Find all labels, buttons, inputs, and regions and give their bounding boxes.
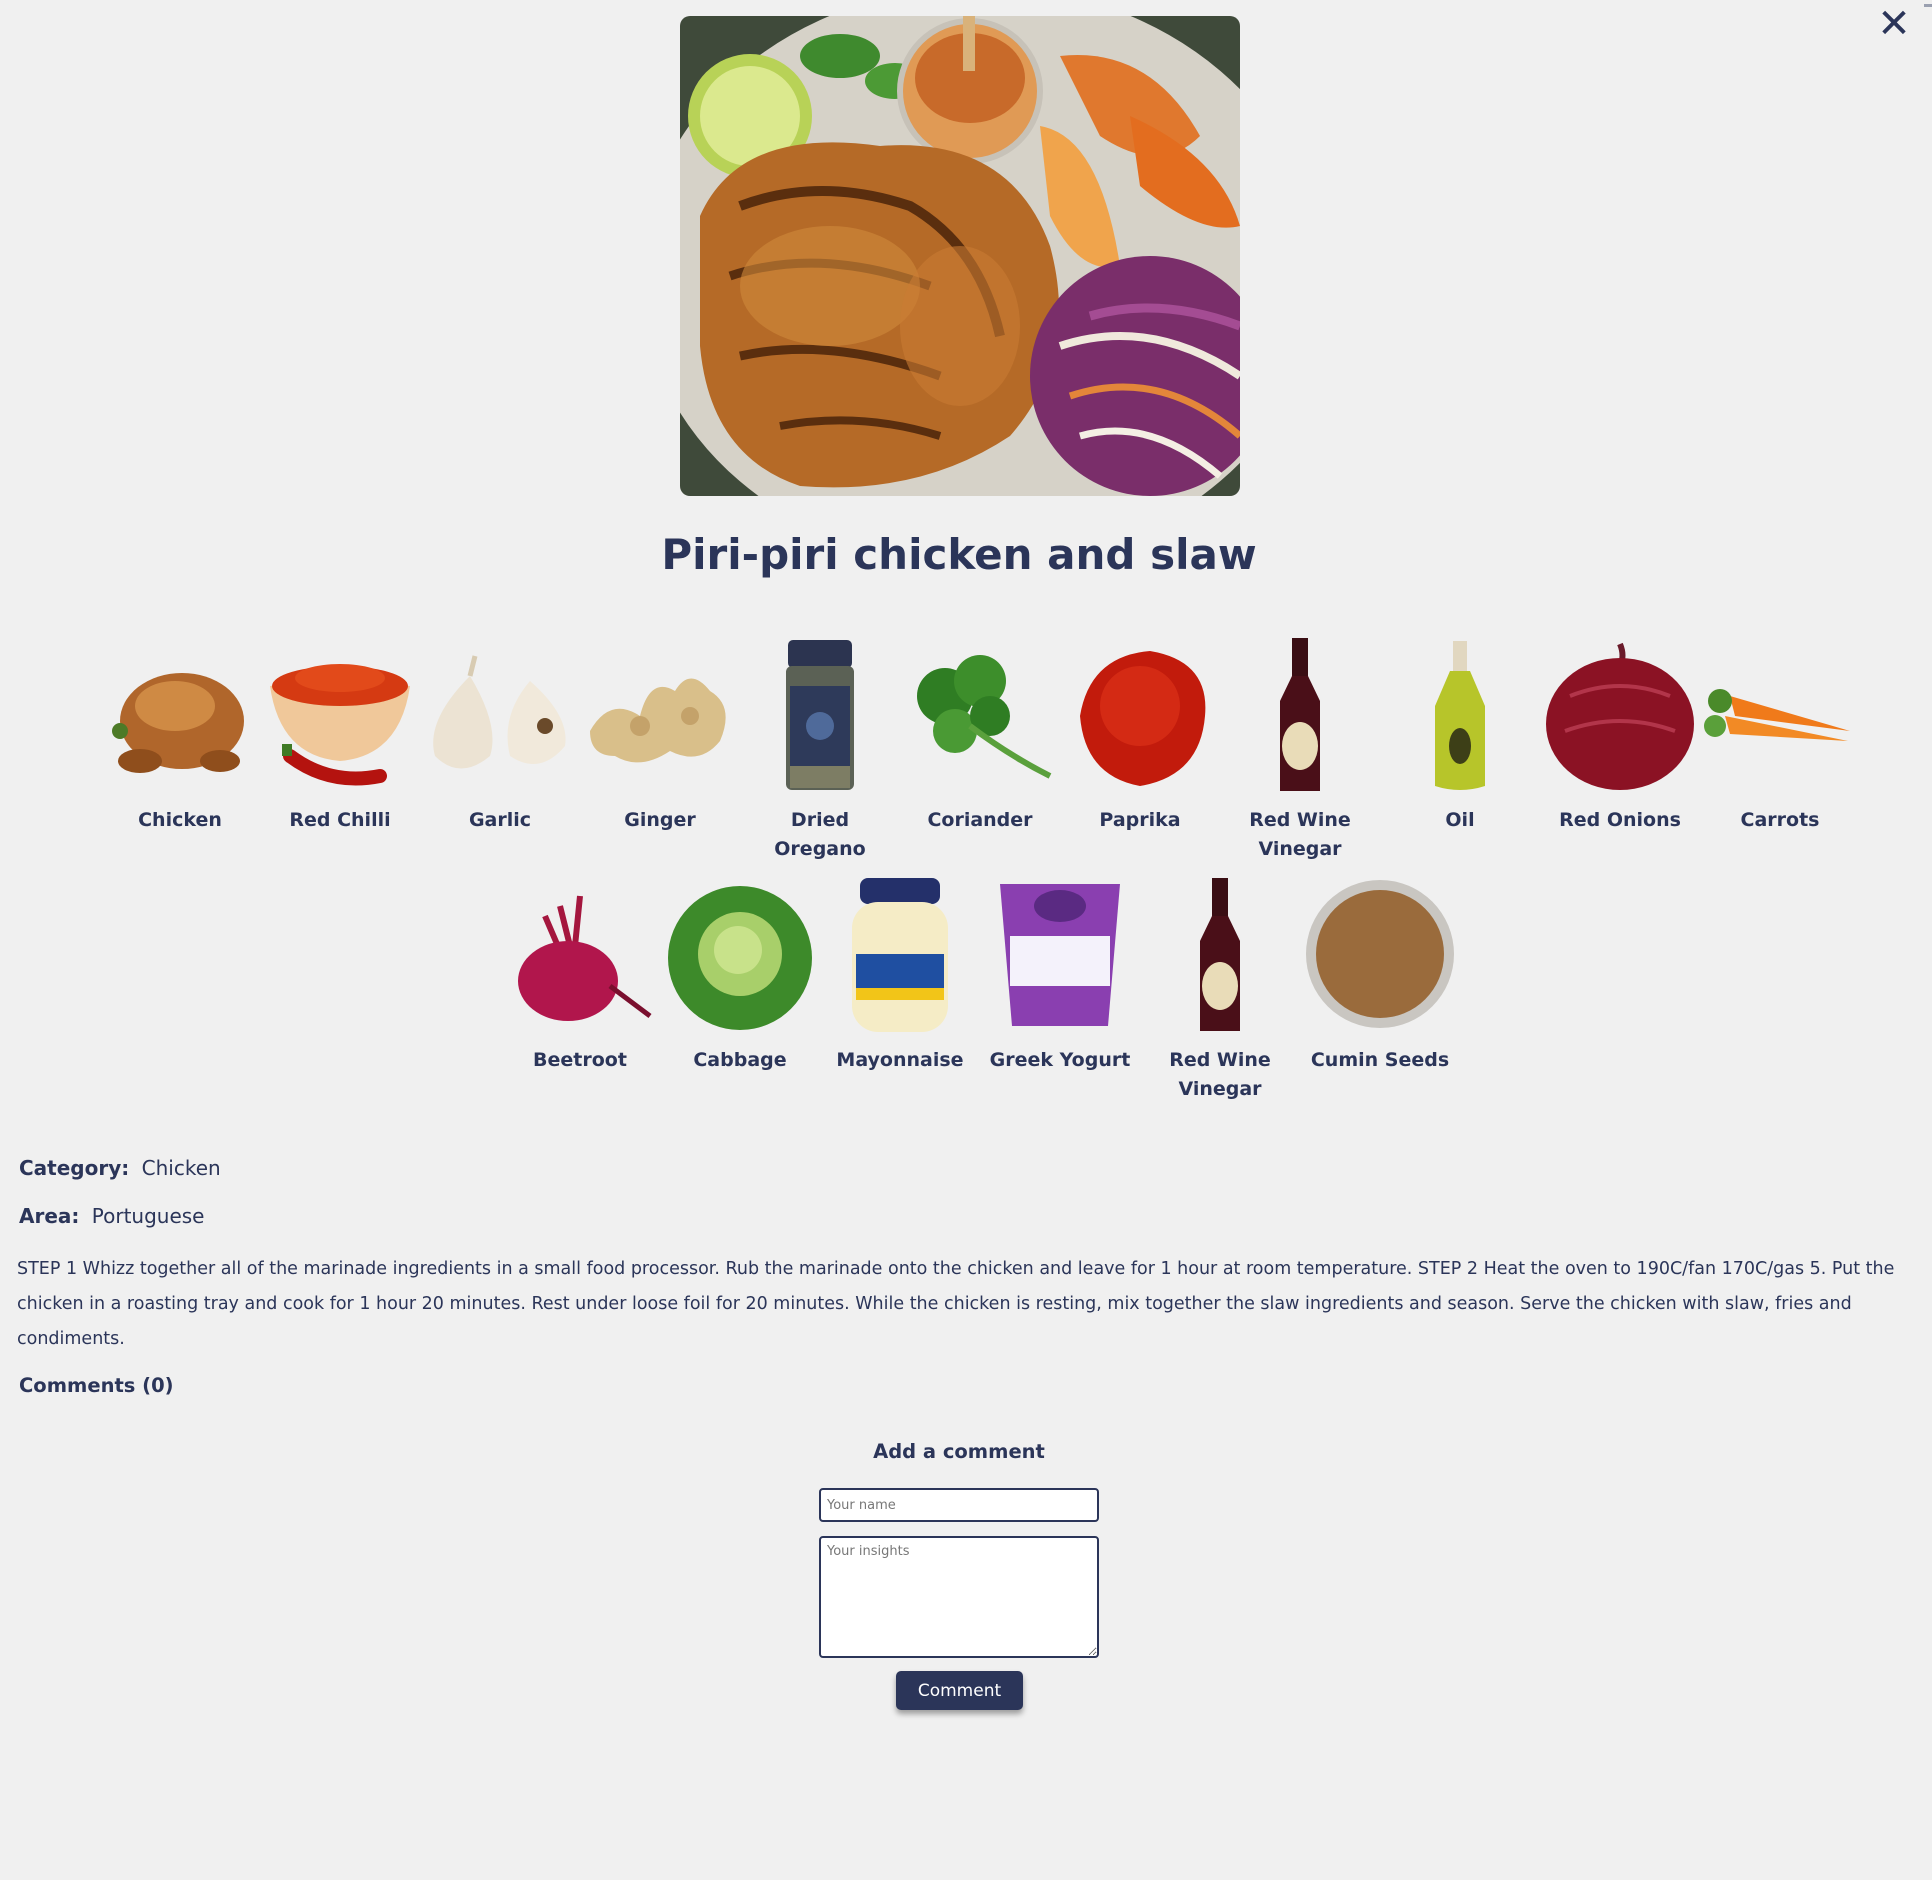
vinegar-bottle-icon — [1200, 878, 1240, 1031]
ingredient-name: Red Wine Vinegar — [1169, 1049, 1271, 1100]
beetroot-icon — [518, 895, 652, 1021]
ingredient-name: Garlic — [468, 809, 532, 831]
ingredient-item: Cumin Seeds — [1300, 876, 1460, 1104]
ingredient-name: Beetroot — [533, 1049, 627, 1071]
insights-textarea[interactable] — [819, 1536, 1099, 1658]
close-icon[interactable]: ✕ — [1876, 4, 1912, 44]
ingredient-item: Coriander — [900, 636, 1060, 864]
roast-chicken-icon — [112, 673, 244, 773]
ingredient-item: Dried Oregano — [740, 636, 900, 864]
comments-heading: Comments (0) — [19, 1374, 174, 1397]
ingredients-row-2: Beetroot Cabbage Mayonnaise Greek Yogurt — [500, 876, 1460, 1104]
ingredients-row-1: Chicken Red Chilli Garlic Ginger Dried O… — [100, 636, 1860, 864]
ingredient-name: Cabbage — [693, 1049, 787, 1071]
ingredient-item: Ginger — [580, 636, 740, 864]
name-input[interactable] — [819, 1488, 1099, 1522]
oregano-jar-icon — [786, 640, 854, 790]
ingredient-item: Greek Yogurt — [980, 876, 1140, 1104]
ingredient-item: Red Onions — [1540, 636, 1700, 864]
chilli-powder-bowl-icon — [270, 664, 410, 786]
ingredient-name: Greek Yogurt — [989, 1049, 1131, 1071]
category-label: Category: — [19, 1156, 130, 1180]
ingredient-item: Oil — [1380, 636, 1540, 864]
ingredient-item: Mayonnaise — [820, 876, 980, 1104]
ingredient-item: Garlic — [420, 636, 580, 864]
red-onion-icon — [1546, 642, 1694, 790]
ingredient-name: Red Onions — [1559, 809, 1681, 831]
garlic-icon — [433, 655, 566, 769]
add-comment-heading: Add a comment — [873, 1440, 1045, 1463]
area-label: Area: — [19, 1204, 80, 1228]
scrollbar-indicator[interactable] — [1924, 4, 1932, 7]
ingredient-name: Ginger — [624, 809, 696, 831]
category-line: Category: Chicken — [19, 1156, 221, 1180]
ingredient-name: Oil — [1445, 809, 1475, 831]
ingredient-name: Carrots — [1740, 809, 1820, 831]
carrots-icon — [1704, 689, 1850, 741]
ingredient-name: Coriander — [927, 809, 1033, 831]
vinegar-bottle-icon — [1280, 638, 1320, 791]
comment-button[interactable]: Comment — [896, 1671, 1023, 1710]
oil-bottle-icon — [1435, 641, 1485, 790]
ingredient-name: Red Chilli — [289, 809, 391, 831]
ingredient-name: Mayonnaise — [836, 1049, 964, 1071]
coriander-bunch-icon — [917, 655, 1052, 779]
ingredient-name: Dried Oregano — [774, 809, 866, 860]
ingredient-item: Cabbage — [660, 876, 820, 1104]
cumin-bowl-icon — [1306, 880, 1454, 1028]
area-line: Area: Portuguese — [19, 1204, 205, 1228]
ingredient-item: Red Wine Vinegar — [1220, 636, 1380, 864]
recipe-instructions: STEP 1 Whizz together all of the marinad… — [17, 1259, 1895, 1349]
ginger-root-icon — [590, 678, 726, 763]
ingredient-item: Chicken — [100, 636, 260, 864]
recipe-title: Piri-piri chicken and slaw — [661, 530, 1257, 579]
ingredient-item: Beetroot — [500, 876, 660, 1104]
ingredient-item: Red Chilli — [260, 636, 420, 864]
mayonnaise-jar-icon — [852, 878, 948, 1032]
recipe-image — [680, 16, 1240, 496]
paprika-powder-icon — [1080, 651, 1206, 786]
category-value: Chicken — [141, 1156, 221, 1180]
cabbage-icon — [668, 886, 812, 1030]
ingredient-item: Paprika — [1060, 636, 1220, 864]
area-value: Portuguese — [91, 1204, 205, 1228]
ingredient-name: Paprika — [1099, 809, 1181, 831]
ingredient-name: Red Wine Vinegar — [1249, 809, 1351, 860]
ingredient-item: Carrots — [1700, 636, 1860, 864]
ingredient-name: Chicken — [138, 809, 222, 831]
ingredient-name: Cumin Seeds — [1310, 1049, 1450, 1071]
ingredient-item: Red Wine Vinegar — [1140, 876, 1300, 1104]
yogurt-tub-icon — [1000, 884, 1120, 1026]
